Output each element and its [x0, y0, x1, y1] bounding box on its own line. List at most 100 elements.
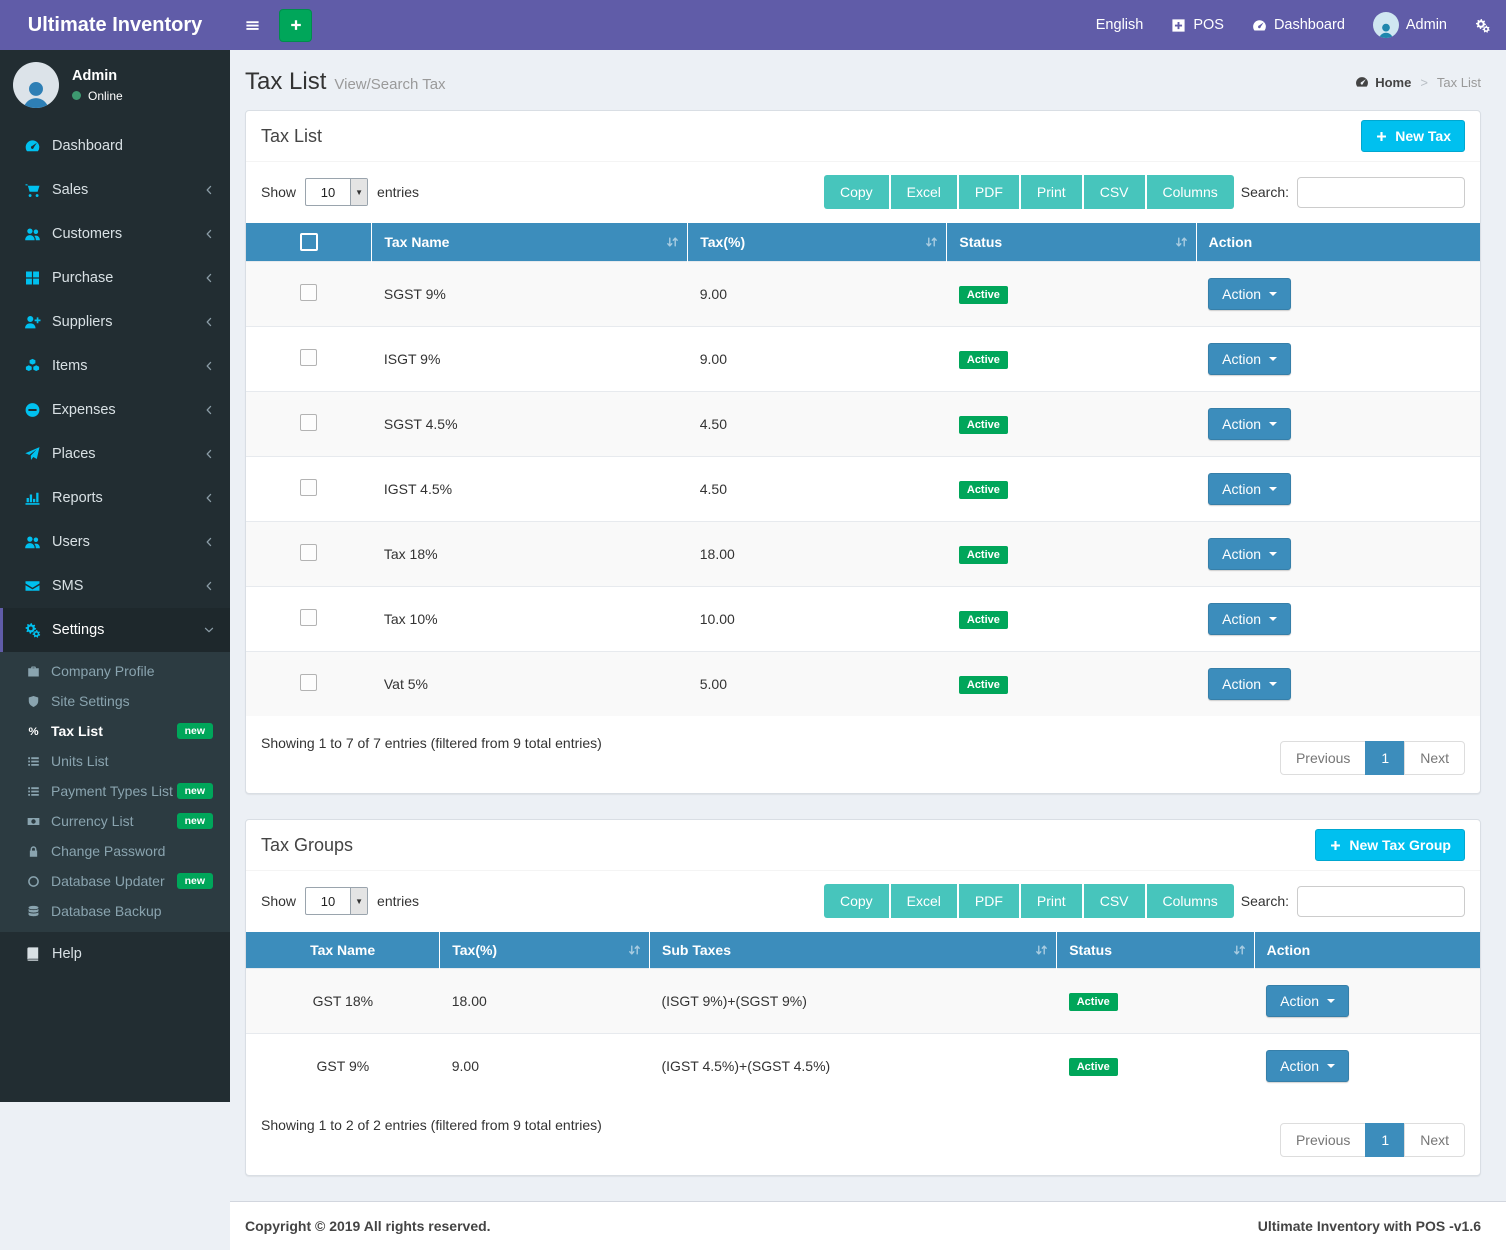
control-sidebar-toggle[interactable]	[1475, 18, 1490, 33]
export-copy-button[interactable]: Copy	[824, 175, 889, 209]
new-tax-group-button[interactable]: New Tax Group	[1315, 829, 1465, 861]
row-checkbox[interactable]	[300, 479, 317, 496]
sidebar-user-panel: Admin Online	[0, 50, 230, 122]
row-checkbox[interactable]	[300, 414, 317, 431]
row-action-button[interactable]: Action	[1208, 343, 1291, 375]
page-length-select[interactable]: 10 ▼	[305, 887, 368, 915]
new-tax-button[interactable]: New Tax	[1361, 120, 1465, 152]
search-input[interactable]	[1297, 886, 1465, 917]
sidebar-item-users[interactable]: Users	[0, 520, 230, 564]
sidebar-item-places[interactable]: Places	[0, 432, 230, 476]
sidebar-subitem-database-updater[interactable]: Database Updater new	[0, 866, 230, 896]
chevron-left-icon	[203, 448, 215, 460]
sidebar-subitem-site-settings[interactable]: Site Settings	[0, 686, 230, 716]
row-checkbox[interactable]	[300, 674, 317, 691]
sidebar-subitem-company-profile[interactable]: Company Profile	[0, 656, 230, 686]
row-action-button[interactable]: Action	[1266, 985, 1349, 1017]
chevron-left-icon	[203, 536, 215, 548]
column-header-status[interactable]: Status	[947, 223, 1196, 262]
column-header-label: Tax(%)	[700, 234, 745, 250]
search-input[interactable]	[1297, 177, 1465, 208]
money-icon	[24, 815, 43, 828]
column-header-sub-taxes[interactable]: Sub Taxes	[650, 932, 1057, 969]
language-menu[interactable]: English	[1096, 17, 1144, 33]
pagination-next[interactable]: Next	[1404, 741, 1465, 775]
sidebar-item-help[interactable]: Help	[0, 932, 230, 976]
dashboard-link[interactable]: Dashboard	[1252, 17, 1345, 33]
column-header-tax[interactable]: Tax(%)	[440, 932, 650, 969]
column-header-tax-name[interactable]: Tax Name	[372, 223, 688, 262]
sidebar-item-customers[interactable]: Customers	[0, 212, 230, 256]
column-header-status[interactable]: Status	[1057, 932, 1254, 969]
tachometer-icon	[22, 138, 43, 154]
tax-percent-cell: 4.50	[688, 457, 947, 522]
minus-circle-icon	[22, 402, 43, 418]
row-checkbox[interactable]	[300, 609, 317, 626]
export-excel-button[interactable]: Excel	[891, 175, 957, 209]
sidebar-item-sales[interactable]: Sales	[0, 168, 230, 212]
sidebar-item-settings[interactable]: Settings	[0, 608, 230, 652]
sidebar-toggle-button[interactable]	[230, 0, 274, 50]
status-cell: Active	[947, 522, 1196, 587]
entries-label: entries	[377, 893, 419, 909]
export-print-button[interactable]: Print	[1021, 175, 1082, 209]
status-cell: Active	[947, 587, 1196, 652]
export-csv-button[interactable]: CSV	[1084, 884, 1145, 918]
sidebar-item-suppliers[interactable]: Suppliers	[0, 300, 230, 344]
sidebar-item-expenses[interactable]: Expenses	[0, 388, 230, 432]
export-pdf-button[interactable]: PDF	[959, 884, 1019, 918]
pagination-next[interactable]: Next	[1404, 1123, 1465, 1157]
sidebar-item-items[interactable]: Items	[0, 344, 230, 388]
row-action-button[interactable]: Action	[1266, 1050, 1349, 1082]
chevron-left-icon	[203, 272, 215, 284]
export-print-button[interactable]: Print	[1021, 884, 1082, 918]
sidebar-subitem-payment-types-list[interactable]: Payment Types List new	[0, 776, 230, 806]
sidebar-subitem-tax-list[interactable]: % Tax List new	[0, 716, 230, 746]
row-action-button[interactable]: Action	[1208, 473, 1291, 505]
pagination-page-1[interactable]: 1	[1365, 741, 1405, 775]
sidebar-subitem-change-password[interactable]: Change Password	[0, 836, 230, 866]
sidebar-item-label: Expenses	[52, 402, 203, 418]
row-action-button[interactable]: Action	[1208, 668, 1291, 700]
sidebar-user-status[interactable]: Online	[72, 89, 123, 103]
top-navbar: Ultimate Inventory English POS Dashboard…	[0, 0, 1506, 50]
row-action-button[interactable]: Action	[1208, 408, 1291, 440]
pagination-page-1[interactable]: 1	[1365, 1123, 1405, 1157]
sidebar-item-dashboard[interactable]: Dashboard	[0, 124, 230, 168]
sidebar-subitem-database-backup[interactable]: Database Backup	[0, 896, 230, 926]
sidebar-subitem-units-list[interactable]: Units List	[0, 746, 230, 776]
row-action-button[interactable]: Action	[1208, 278, 1291, 310]
pagination-previous[interactable]: Previous	[1280, 1123, 1366, 1157]
pos-link[interactable]: POS	[1171, 17, 1224, 33]
row-checkbox[interactable]	[300, 284, 317, 301]
page-length-select[interactable]: 10 ▼	[305, 178, 368, 206]
status-cell: Active	[947, 392, 1196, 457]
export-excel-button[interactable]: Excel	[891, 884, 957, 918]
export-pdf-button[interactable]: PDF	[959, 175, 1019, 209]
plus-icon	[1375, 130, 1388, 143]
quick-add-button[interactable]	[279, 9, 312, 42]
row-action-button[interactable]: Action	[1208, 603, 1291, 635]
sidebar-subitem-currency-list[interactable]: Currency List new	[0, 806, 230, 836]
export-columns-button[interactable]: Columns	[1147, 175, 1234, 209]
page-footer: Copyright © 2019 All rights reserved. Ul…	[230, 1201, 1506, 1250]
tax-name-cell: SGST 9%	[372, 262, 688, 327]
app-brand[interactable]: Ultimate Inventory	[0, 0, 230, 50]
sidebar-item-reports[interactable]: Reports	[0, 476, 230, 520]
tax-name-cell: GST 18%	[246, 969, 440, 1034]
table-search: Search:	[1241, 886, 1465, 917]
sidebar-subitem-label: Site Settings	[51, 693, 130, 709]
sidebar-item-purchase[interactable]: Purchase	[0, 256, 230, 300]
user-menu[interactable]: Admin	[1373, 12, 1447, 38]
row-action-button[interactable]: Action	[1208, 538, 1291, 570]
row-checkbox[interactable]	[300, 544, 317, 561]
column-header-tax[interactable]: Tax(%)	[688, 223, 947, 262]
pagination-previous[interactable]: Previous	[1280, 741, 1366, 775]
export-csv-button[interactable]: CSV	[1084, 175, 1145, 209]
row-checkbox[interactable]	[300, 349, 317, 366]
sidebar-item-sms[interactable]: SMS	[0, 564, 230, 608]
breadcrumb-home[interactable]: Home	[1355, 75, 1411, 90]
export-columns-button[interactable]: Columns	[1147, 884, 1234, 918]
select-all-checkbox[interactable]	[300, 233, 318, 251]
export-copy-button[interactable]: Copy	[824, 884, 889, 918]
